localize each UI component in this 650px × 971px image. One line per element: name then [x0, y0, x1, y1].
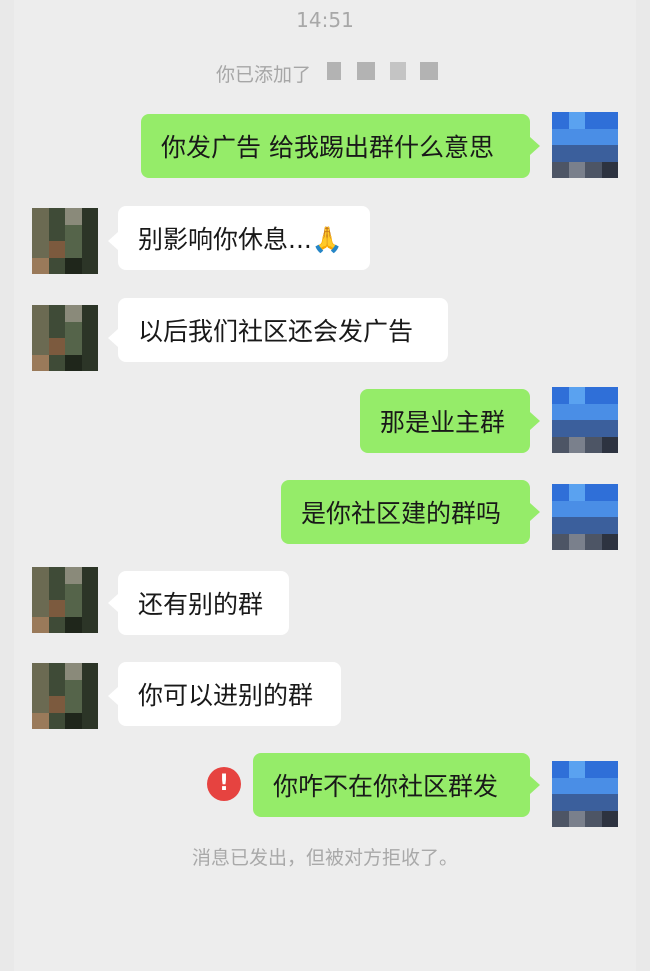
message-text: 你发广告 给我踢出群什么意思	[161, 133, 494, 162]
message-text: 别影响你休息...🙏	[138, 225, 343, 254]
censored-name-block	[357, 62, 375, 80]
message-text: 那是业主群	[380, 408, 506, 437]
my-avatar[interactable]	[552, 484, 618, 550]
message-bubble-outgoing[interactable]: 你发广告 给我踢出群什么意思	[141, 114, 530, 178]
my-avatar[interactable]	[552, 387, 618, 453]
message-bubble-incoming[interactable]: 你可以进别的群	[118, 662, 341, 726]
contact-avatar[interactable]	[32, 208, 98, 274]
censored-name-block	[390, 62, 406, 80]
bubble-tail	[530, 412, 540, 430]
bubble-tail	[530, 503, 540, 521]
error-icon[interactable]: !	[207, 767, 241, 801]
contact-avatar[interactable]	[32, 663, 98, 729]
message-bubble-outgoing[interactable]: 那是业主群	[360, 389, 530, 453]
message-bubble-incoming[interactable]: 还有别的群	[118, 571, 289, 635]
contact-avatar[interactable]	[32, 567, 98, 633]
message-text: 你咋不在你社区群发	[273, 772, 499, 801]
bubble-tail	[108, 232, 118, 250]
message-text: 还有别的群	[138, 590, 264, 619]
timestamp: 14:51	[296, 8, 354, 32]
message-bubble-outgoing[interactable]: 你咋不在你社区群发	[253, 753, 530, 817]
rejected-notice: 消息已发出，但被对方拒收了。	[191, 847, 458, 869]
message-text: 是你社区建的群吗	[301, 499, 502, 528]
bubble-tail	[108, 329, 118, 347]
system-added-note: 你已添加了	[216, 64, 312, 86]
message-bubble-incoming[interactable]: 以后我们社区还会发广告	[118, 298, 448, 362]
my-avatar[interactable]	[552, 112, 618, 178]
contact-avatar[interactable]	[32, 305, 98, 371]
message-text: 以后我们社区还会发广告	[138, 317, 414, 346]
bubble-tail	[108, 594, 118, 612]
bubble-tail	[530, 776, 540, 794]
message-bubble-incoming[interactable]: 别影响你休息...🙏	[118, 206, 370, 270]
censored-name-block	[327, 62, 341, 80]
message-bubble-outgoing[interactable]: 是你社区建的群吗	[281, 480, 530, 544]
bubble-tail	[530, 137, 540, 155]
censored-name-block	[420, 62, 438, 80]
message-text: 你可以进别的群	[138, 681, 314, 710]
my-avatar[interactable]	[552, 761, 618, 827]
bubble-tail	[108, 687, 118, 705]
